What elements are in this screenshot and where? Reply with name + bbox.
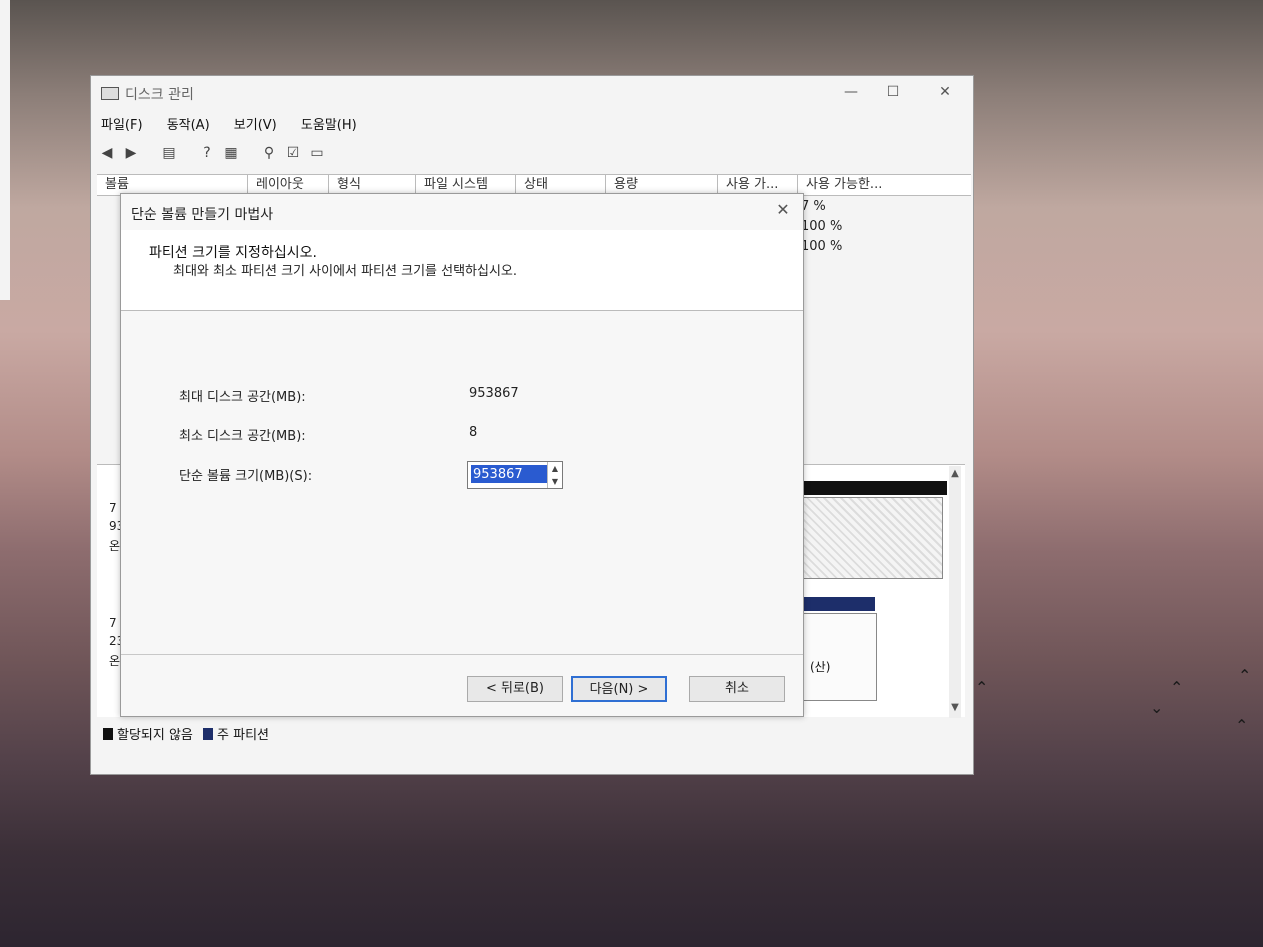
legend-swatch-primary [203, 728, 214, 740]
help-icon[interactable]: ? [197, 144, 217, 162]
wizard-close-icon[interactable]: ✕ [771, 200, 795, 220]
legend-label-primary: 주 파티션 [217, 728, 270, 743]
disk-label-line: 온 [109, 539, 121, 553]
menu-view[interactable]: 보기(V) [234, 118, 277, 133]
menu-help[interactable]: 도움말(H) [301, 118, 357, 133]
unallocated-bar [803, 481, 947, 495]
bird-silhouette-icon: ⌃ [1170, 678, 1184, 697]
max-disk-space-value: 953867 [469, 386, 519, 401]
disk-label-line: 7 [109, 501, 117, 515]
column-layout[interactable]: 레이아웃 [247, 175, 326, 195]
column-percent-free[interactable]: 사용 가능한... [797, 175, 906, 195]
partition-fragment-text: (산) [810, 660, 831, 674]
desktop-left-edge [0, 0, 10, 300]
cancel-button[interactable]: 취소 [689, 676, 785, 702]
wizard-title: 단순 볼륨 만들기 마법사 [131, 207, 274, 223]
unallocated-partition[interactable] [803, 497, 943, 579]
wizard-footer-divider [121, 654, 803, 655]
wizard-heading: 파티션 크기를 지정하십시오. [149, 245, 317, 261]
legend-swatch-unallocated [103, 728, 113, 740]
wizard-header: 파티션 크기를 지정하십시오. 최대와 최소 파티션 크기 사이에서 파티션 크… [121, 230, 803, 311]
menu-bar: 파일(F) 동작(A) 보기(V) 도움말(H) [101, 114, 377, 136]
toolbar: ◀ ▶ ▤ ? ▦ ⚲ ☑ ▭ [97, 142, 397, 166]
volume-size-stepper[interactable]: ▲ ▼ [467, 461, 563, 489]
max-disk-space-label: 최대 디스크 공간(MB): [179, 390, 306, 405]
title-bar: 디스크 관리 — ☐ ✕ [91, 76, 973, 108]
connect-icon[interactable]: ⚲ [259, 144, 279, 162]
min-disk-space-value: 8 [469, 425, 478, 440]
spin-buttons: ▲ ▼ [547, 462, 562, 488]
bird-silhouette-icon: ⌃ [1238, 666, 1252, 685]
column-free-space[interactable]: 사용 가... [717, 175, 796, 195]
check-icon[interactable]: ☑ [283, 144, 303, 162]
menu-action[interactable]: 동작(A) [167, 118, 210, 133]
legend-label-unallocated: 할당되지 않음 [117, 728, 193, 743]
list-view-icon[interactable]: ▤ [159, 144, 179, 162]
disk-management-icon [101, 87, 119, 100]
column-volume[interactable]: 볼륨 [97, 175, 245, 195]
primary-partition[interactable]: (산) [803, 613, 877, 701]
disk-label-line: 온 [109, 654, 121, 668]
close-button[interactable]: ✕ [923, 81, 967, 103]
disk-label-line: 7 [109, 616, 117, 630]
wizard-subheading: 최대와 최소 파티션 크기 사이에서 파티션 크기를 선택하십시오. [173, 264, 518, 279]
back-arrow-icon[interactable]: ◀ [97, 144, 117, 162]
new-simple-volume-wizard: 단순 볼륨 만들기 마법사 ✕ 파티션 크기를 지정하십시오. 최대와 최소 파… [120, 193, 804, 717]
maximize-button[interactable]: ☐ [871, 81, 915, 103]
bird-silhouette-icon: ⌃ [1235, 716, 1249, 735]
column-type[interactable]: 형식 [328, 175, 407, 195]
scroll-down-icon[interactable]: ▼ [949, 702, 961, 716]
column-file-system[interactable]: 파일 시스템 [415, 175, 514, 195]
window-icon[interactable]: ▭ [307, 144, 327, 162]
minimize-button[interactable]: — [829, 81, 873, 103]
forward-arrow-icon[interactable]: ▶ [121, 144, 141, 162]
volume-size-label: 단순 볼륨 크기(MB)(S): [179, 469, 313, 484]
vertical-scrollbar[interactable]: ▲ ▼ [949, 466, 961, 718]
next-button[interactable]: 다음(N) > [571, 676, 667, 702]
legend: 할당되지 않음 주 파티션 [103, 724, 269, 743]
bird-silhouette-icon: ⌃ [975, 678, 989, 697]
properties-icon[interactable]: ▦ [221, 144, 241, 162]
percent-free-cell: 100 % [801, 239, 843, 254]
spin-down-icon[interactable]: ▼ [548, 475, 562, 488]
min-disk-space-label: 최소 디스크 공간(MB): [179, 429, 306, 444]
percent-free-cell: 100 % [801, 219, 843, 234]
column-status[interactable]: 상태 [515, 175, 604, 195]
primary-partition-bar [803, 597, 875, 611]
column-capacity[interactable]: 용량 [605, 175, 714, 195]
window-title: 디스크 관리 [125, 87, 194, 103]
back-button[interactable]: < 뒤로(B) [467, 676, 563, 702]
bird-silhouette-icon: ⌄ [1150, 698, 1164, 717]
spin-up-icon[interactable]: ▲ [548, 462, 562, 475]
scroll-up-icon[interactable]: ▲ [949, 468, 961, 482]
volume-size-input[interactable] [471, 465, 547, 483]
percent-free-cell: 7 % [801, 199, 826, 214]
menu-file[interactable]: 파일(F) [101, 118, 143, 133]
